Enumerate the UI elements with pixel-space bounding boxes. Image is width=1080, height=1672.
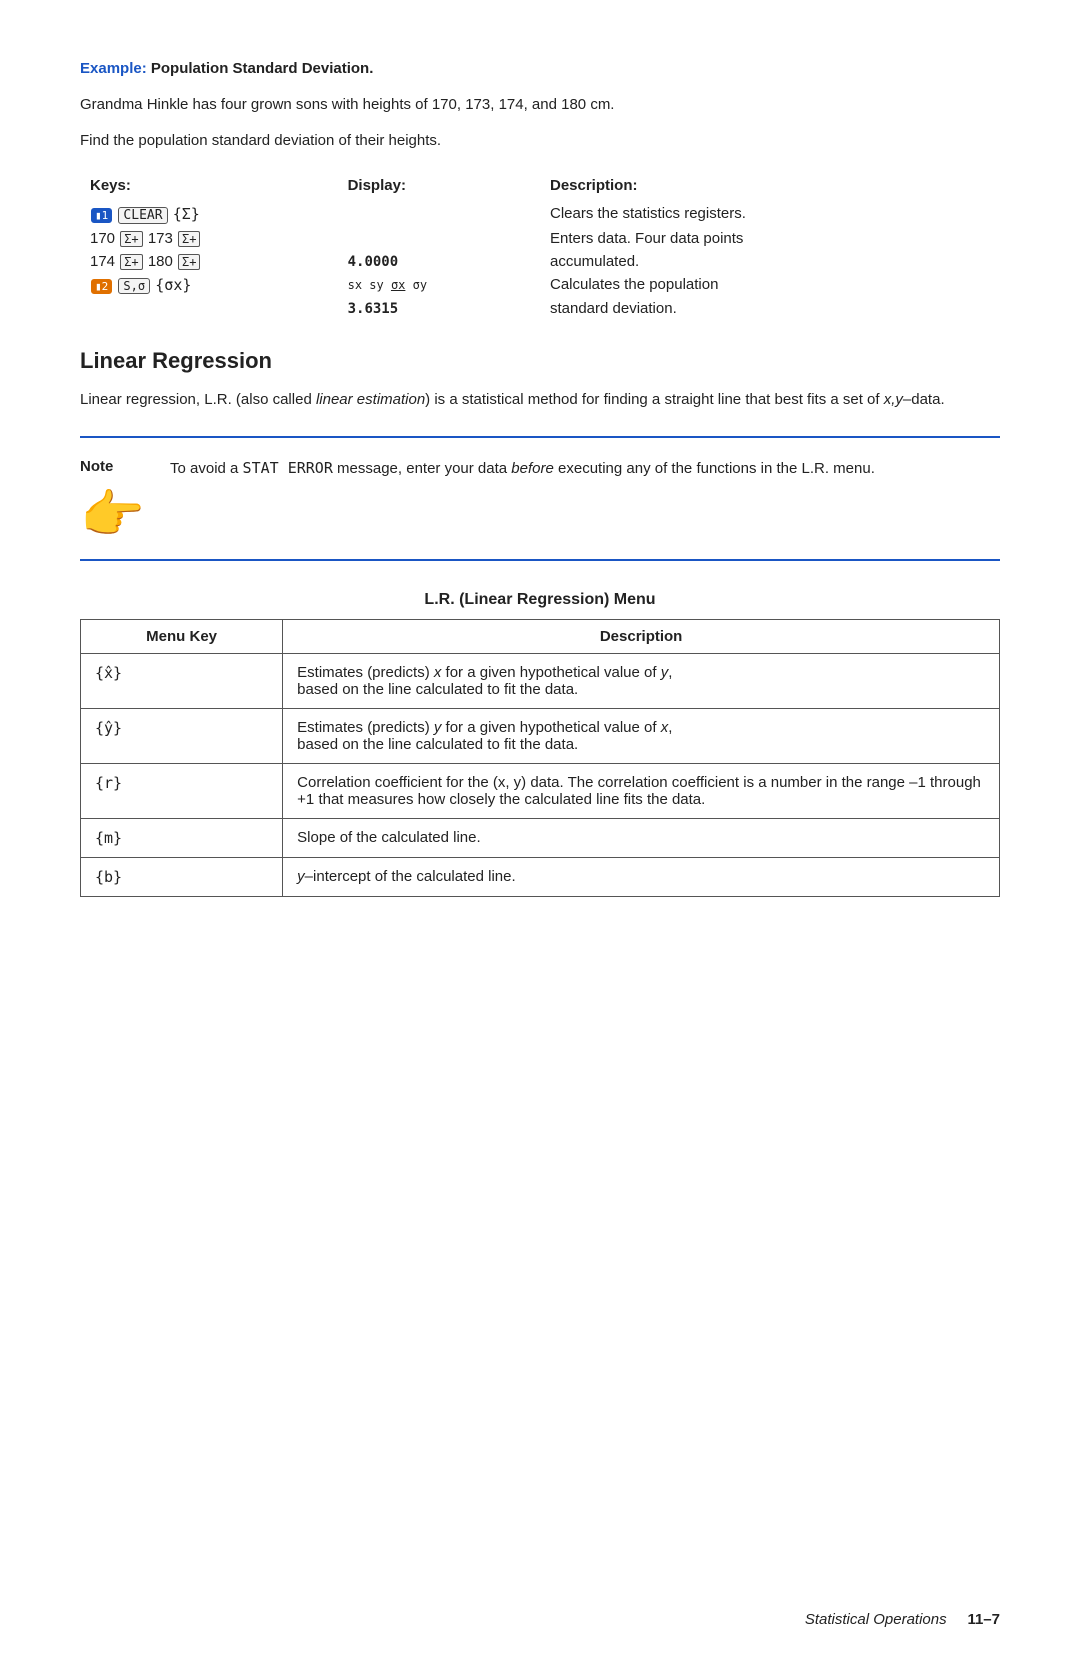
note-code: STAT ERROR <box>243 459 333 477</box>
footer-title: Statistical Operations <box>805 1611 947 1628</box>
display-val-4: sx sy σx σy <box>348 278 428 292</box>
desc-cell-3: accumulated. <box>540 250 1000 273</box>
lr-header-desc: Description <box>283 620 1000 654</box>
example-heading: Example: Population Standard Deviation. <box>80 60 1000 77</box>
desc-cell-4: Calculates the population <box>540 273 1000 297</box>
example-body-line2: Find the population standard deviation o… <box>80 129 1000 153</box>
lr-y-italic-2: y <box>434 719 442 736</box>
table-row: 170 Σ+ 173 Σ+ Enters data. Four data poi… <box>80 227 1000 250</box>
lr-desc-r: Correlation coefficient for the (x, y) d… <box>283 764 1000 819</box>
table-row: 3.6315 standard deviation. <box>80 297 1000 320</box>
footer-page: 11–7 <box>967 1611 1000 1628</box>
lr-y-italic-3: y <box>297 868 305 885</box>
display-cell-3: 4.0000 <box>338 250 540 273</box>
example-label: Example: <box>80 60 147 77</box>
desc-cell-1: Clears the statistics registers. <box>540 202 1000 227</box>
key-sigma-plus-4: Σ+ <box>178 254 200 270</box>
table-row: ▮1 CLEAR {Σ} Clears the statistics regis… <box>80 202 1000 227</box>
key-sigma-plus-3: Σ+ <box>120 254 142 270</box>
table-row: {r} Correlation coefficient for the (x, … <box>81 764 1000 819</box>
table-row: ▮2 S,σ {σx} sx sy σx σy Calculates the p… <box>80 273 1000 297</box>
note-hand-icon: 👉 <box>80 475 170 541</box>
note-text-pre: To avoid a <box>170 460 243 477</box>
key-clear: CLEAR <box>118 207 167 224</box>
lr-desc-m: Slope of the calculated line. <box>283 819 1000 858</box>
lr-body: Linear regression, L.R. (also called lin… <box>80 388 1000 412</box>
keys-cell-1: ▮1 CLEAR {Σ} <box>80 202 338 227</box>
note-label: Note <box>80 456 170 475</box>
display-val-5: 3.6315 <box>348 301 399 317</box>
key-sigma-sigma: S,σ <box>118 278 150 294</box>
keys-cell-2: 170 Σ+ 173 Σ+ <box>80 227 338 250</box>
note-text-post: executing any of the functions in the L.… <box>554 460 875 477</box>
note-content: To avoid a STAT ERROR message, enter you… <box>170 456 1000 481</box>
display-val-3: 4.0000 <box>348 254 399 270</box>
lr-key-xhat: {x̂} <box>81 654 283 709</box>
lr-desc-yhat: Estimates (predicts) y for a given hypot… <box>283 709 1000 764</box>
key-sigma-plus-2: Σ+ <box>178 231 200 247</box>
note-italic: before <box>511 460 554 477</box>
kdd-header-keys: Keys: <box>80 173 338 202</box>
lr-menu-title: L.R. (Linear Regression) Menu <box>80 591 1000 609</box>
key-blue-1: ▮1 <box>91 208 112 223</box>
table-row: {m} Slope of the calculated line. <box>81 819 1000 858</box>
note-box: Note 👉 To avoid a STAT ERROR message, en… <box>80 436 1000 561</box>
footer: Statistical Operations 11–7 <box>805 1611 1000 1628</box>
keys-cell-5 <box>80 297 338 320</box>
table-row: 174 Σ+ 180 Σ+ 4.0000 accumulated. <box>80 250 1000 273</box>
table-row: {ŷ} Estimates (predicts) y for a given h… <box>81 709 1000 764</box>
lr-italic: linear estimation <box>316 391 425 408</box>
kdd-header-desc: Description: <box>540 173 1000 202</box>
display-cell-5: 3.6315 <box>338 297 540 320</box>
keys-cell-4: ▮2 S,σ {σx} <box>80 273 338 297</box>
desc-cell-5: standard deviation. <box>540 297 1000 320</box>
lr-y-italic-1: y <box>661 664 669 681</box>
key-sigma-plus-1: Σ+ <box>120 231 142 247</box>
desc-cell-2: Enters data. Four data points <box>540 227 1000 250</box>
lr-xy: x,y <box>884 391 903 408</box>
key-sigma-label: {Σ} <box>173 205 200 223</box>
example-title: Population Standard Deviation. <box>151 60 374 77</box>
display-cell-2 <box>338 227 540 250</box>
table-row: {b} y–intercept of the calculated line. <box>81 858 1000 897</box>
lr-x-italic-1: x <box>434 664 442 681</box>
kdd-table: Keys: Display: Description: ▮1 CLEAR {Σ}… <box>80 173 1000 320</box>
lr-table: Menu Key Description {x̂} Estimates (pre… <box>80 619 1000 897</box>
key-sigmax-label: {σx} <box>155 276 191 294</box>
lr-x-italic-2: x <box>661 719 669 736</box>
display-cell-4: sx sy σx σy <box>338 273 540 297</box>
section-heading-lr: Linear Regression <box>80 348 1000 374</box>
key-orange-1: ▮2 <box>91 279 112 294</box>
lr-table-header-row: Menu Key Description <box>81 620 1000 654</box>
kdd-header-display: Display: <box>338 173 540 202</box>
lr-header-menukey: Menu Key <box>81 620 283 654</box>
lr-key-m: {m} <box>81 819 283 858</box>
lr-key-r: {r} <box>81 764 283 819</box>
lr-key-b: {b} <box>81 858 283 897</box>
display-cell-1 <box>338 202 540 227</box>
lr-key-yhat: {ŷ} <box>81 709 283 764</box>
lr-desc-xhat: Estimates (predicts) x for a given hypot… <box>283 654 1000 709</box>
lr-desc-b: y–intercept of the calculated line. <box>283 858 1000 897</box>
table-row: {x̂} Estimates (predicts) x for a given … <box>81 654 1000 709</box>
example-body-line1: Grandma Hinkle has four grown sons with … <box>80 93 1000 117</box>
keys-cell-3: 174 Σ+ 180 Σ+ <box>80 250 338 273</box>
note-text-mid: message, enter your data <box>333 460 511 477</box>
hand-pointing-icon: 👉 <box>80 489 145 541</box>
